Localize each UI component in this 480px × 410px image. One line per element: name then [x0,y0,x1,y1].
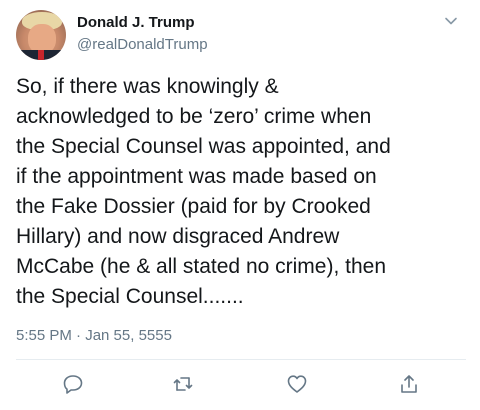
share-icon[interactable] [397,372,421,396]
reply-icon[interactable] [61,372,85,396]
action-bar [0,372,480,400]
tweet-timestamp[interactable]: 5:55 PM · Jan 55, 5555 [16,327,172,344]
avatar-tie [38,50,44,60]
divider [16,359,466,360]
author-name[interactable]: Donald J. Trump [77,14,195,31]
avatar[interactable] [16,10,66,60]
chevron-down-icon[interactable] [444,14,458,28]
tweet-text: So, if there was knowingly & acknowledge… [16,75,391,308]
retweet-icon[interactable] [171,372,195,396]
tweet-card: Donald J. Trump @realDonaldTrump So, if … [0,0,480,410]
author-handle[interactable]: @realDonaldTrump [77,36,208,53]
heart-icon[interactable] [285,372,309,396]
